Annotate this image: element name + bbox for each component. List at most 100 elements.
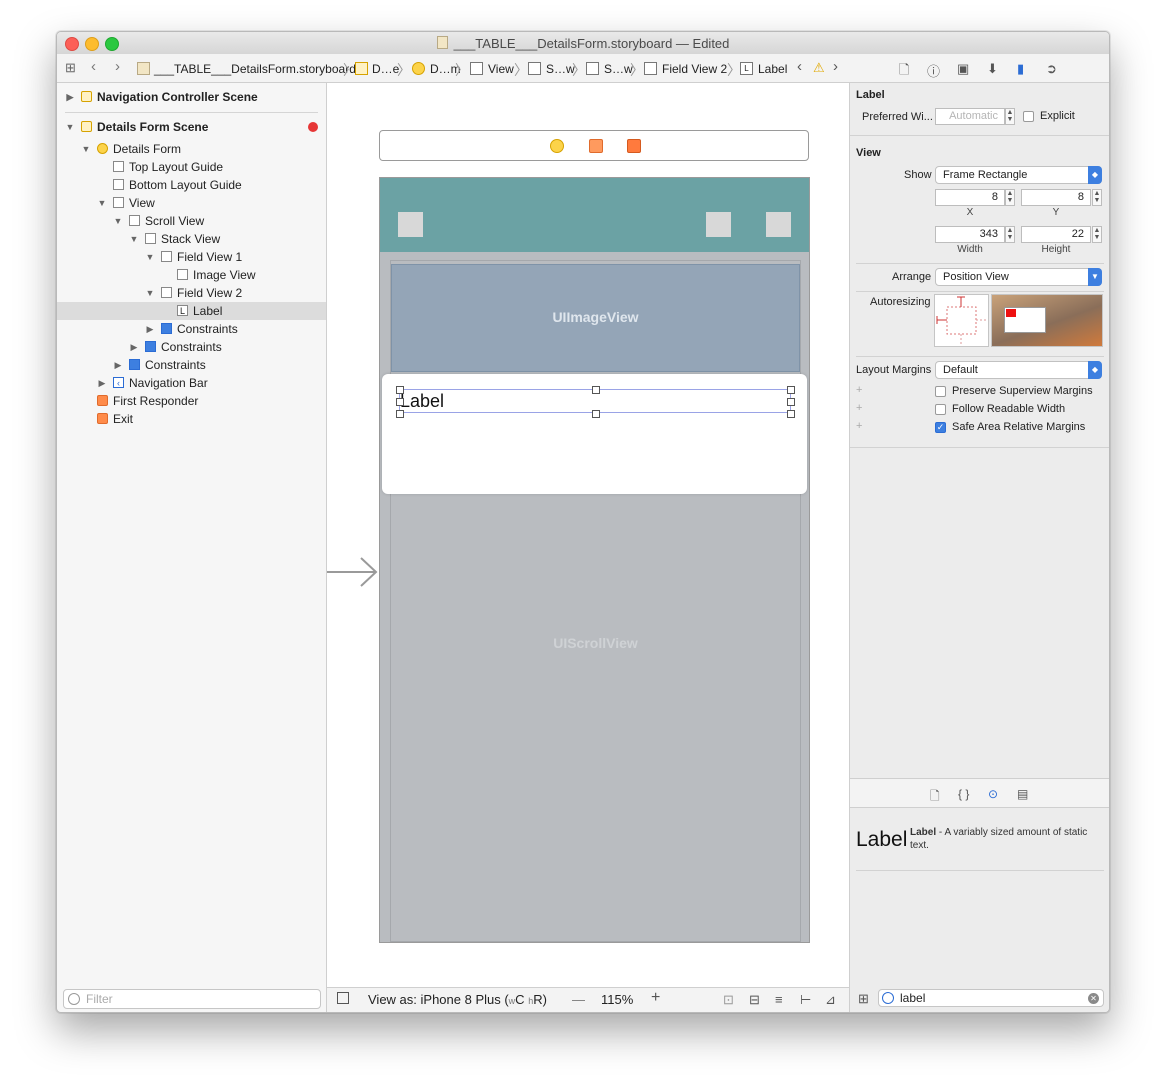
image-view[interactable]: UIImageView [391, 264, 800, 372]
disclosure-right-icon[interactable]: ▶ [65, 88, 75, 106]
readable-width-checkbox[interactable] [935, 404, 946, 415]
preferred-width-field[interactable]: Automatic [935, 108, 1005, 125]
outline-row[interactable]: First Responder [57, 392, 326, 410]
disclosure-down-icon[interactable]: ▼ [129, 230, 139, 248]
jumpbar-item-label[interactable]: Label [758, 62, 787, 76]
bar-button-right-1[interactable] [706, 212, 731, 237]
size-inspector-icon[interactable]: ▮ [1017, 61, 1024, 77]
code-snippet-icon[interactable]: { } [958, 787, 969, 801]
disclosure-down-icon[interactable]: ▼ [81, 140, 91, 158]
file-template-icon[interactable]: 🗋 [930, 787, 940, 808]
preferred-width-stepper[interactable]: ▲ ▼ [1005, 108, 1015, 125]
update-frames-icon[interactable]: ⊡ [723, 992, 734, 1008]
disclosure-right-icon[interactable]: ▶ [97, 374, 107, 392]
help-inspector-icon[interactable]: ⓘ [927, 61, 940, 80]
plus-icon[interactable]: + [856, 384, 862, 396]
x-field[interactable]: 8 [935, 189, 1005, 206]
prev-issue-icon[interactable]: ‹ [797, 58, 802, 75]
exit-icon[interactable] [627, 139, 641, 153]
explicit-checkbox[interactable] [1023, 111, 1034, 122]
device-frame[interactable]: UIScrollView UIImageView Label [379, 177, 810, 943]
disclosure-down-icon[interactable]: ▼ [145, 248, 155, 266]
embed-in-icon[interactable]: ⊟ [749, 992, 760, 1008]
layout-margins-popup[interactable]: Default ◆ [935, 361, 1102, 379]
storyboard-canvas[interactable]: UIScrollView UIImageView Label [327, 83, 849, 987]
outline-row[interactable]: ▶ Constraints [57, 320, 326, 338]
library-search-field[interactable]: label ✕ [878, 989, 1104, 1007]
clear-search-icon[interactable]: ✕ [1088, 993, 1099, 1004]
disclosure-down-icon[interactable]: ▼ [97, 194, 107, 212]
field-view-2[interactable]: Label [382, 374, 807, 494]
outline-row[interactable]: ▼ Details Form Scene [57, 118, 326, 136]
back-icon[interactable]: ‹ [91, 58, 96, 75]
file-inspector-icon[interactable]: 🗋 [899, 61, 909, 83]
resize-handle[interactable] [592, 410, 600, 418]
outline-row-selected[interactable]: L Label [57, 302, 326, 320]
outline-row[interactable]: ▶ ‹ Navigation Bar [57, 374, 326, 392]
resolve-issues-icon[interactable]: ⊿ [825, 992, 836, 1008]
width-stepper[interactable]: ▲ ▼ [1005, 226, 1015, 243]
disclosure-right-icon[interactable]: ▶ [113, 356, 123, 374]
align-icon[interactable]: ≡ [775, 992, 783, 1007]
bar-button-right-2[interactable] [766, 212, 791, 237]
x-stepper[interactable]: ▲ ▼ [1005, 189, 1015, 206]
forward-icon[interactable]: › [115, 58, 120, 75]
height-field[interactable]: 22 [1021, 226, 1091, 243]
arrange-popup[interactable]: Position View ▼ [935, 268, 1102, 286]
outline-row[interactable]: ▼ Field View 2 [57, 284, 326, 302]
resize-handle[interactable] [396, 410, 404, 418]
bar-button-left[interactable] [398, 212, 423, 237]
outline-row[interactable]: ▼ Details Form [57, 140, 326, 158]
outline-row[interactable]: Exit [57, 410, 326, 428]
jumpbar-item-scroll-view[interactable]: S…w [546, 62, 575, 76]
connections-inspector-icon[interactable]: ➲ [1046, 61, 1057, 77]
height-stepper[interactable]: ▲ ▼ [1092, 226, 1102, 243]
warning-icon[interactable]: ⚠ [813, 60, 825, 76]
resize-handle[interactable] [787, 398, 795, 406]
outline-row[interactable]: ▶ Constraints [57, 356, 326, 374]
jumpbar-item-stack-view[interactable]: S…w [604, 62, 633, 76]
disclosure-down-icon[interactable]: ▼ [65, 118, 75, 136]
object-library-icon[interactable]: ⊙ [988, 787, 998, 801]
outline-row[interactable]: Bottom Layout Guide [57, 176, 326, 194]
resize-handle[interactable] [396, 398, 404, 406]
outline-row[interactable]: ▶ Constraints [57, 338, 326, 356]
jumpbar-item-view[interactable]: View [488, 62, 514, 76]
autoresizing-mask-editor[interactable] [934, 294, 989, 347]
first-responder-icon[interactable] [589, 139, 603, 153]
view-controller-icon[interactable] [550, 139, 564, 153]
error-indicator-icon[interactable] [308, 122, 318, 132]
outline-row[interactable]: ▼ View [57, 194, 326, 212]
resize-handle[interactable] [592, 386, 600, 394]
next-issue-icon[interactable]: › [833, 58, 838, 75]
outline-row[interactable]: ▼ Stack View [57, 230, 326, 248]
view-as-button[interactable]: View as: iPhone 8 Plus (wC hR) [368, 992, 547, 1007]
attributes-inspector-icon[interactable]: ⬇ [987, 61, 998, 77]
outline-row[interactable]: Image View [57, 266, 326, 284]
jumpbar-item-scene[interactable]: D…e [372, 62, 399, 76]
identity-inspector-icon[interactable]: ▣ [957, 61, 969, 77]
outline-row[interactable]: Top Layout Guide [57, 158, 326, 176]
outline-row[interactable]: ▼ Field View 1 [57, 248, 326, 266]
jumpbar-item-storyboard[interactable]: ___TABLE___DetailsForm.storyboard [154, 62, 356, 76]
add-constraints-icon[interactable]: ⊢ [800, 992, 811, 1008]
preserve-margins-checkbox[interactable] [935, 386, 946, 397]
plus-icon[interactable]: + [856, 420, 862, 432]
disclosure-down-icon[interactable]: ▼ [113, 212, 123, 230]
jumpbar-item-field-view[interactable]: Field View 2 [662, 62, 727, 76]
width-field[interactable]: 343 [935, 226, 1005, 243]
zoom-in-icon[interactable]: + [651, 989, 660, 1007]
safe-area-checkbox[interactable]: ✓ [935, 422, 946, 433]
y-stepper[interactable]: ▲ ▼ [1092, 189, 1102, 206]
resize-handle[interactable] [396, 386, 404, 394]
library-item-label[interactable]: Label Label - A variably sized amount of… [856, 818, 1106, 870]
navigation-bar[interactable] [380, 178, 809, 252]
plus-icon[interactable]: + [856, 402, 862, 414]
disclosure-right-icon[interactable]: ▶ [145, 320, 155, 338]
media-library-icon[interactable]: ▤ [1017, 787, 1028, 801]
grid-view-icon[interactable]: ⊞ [858, 991, 869, 1007]
outline-row[interactable]: ▼ Scroll View [57, 212, 326, 230]
zoom-out-icon[interactable]: — [572, 992, 585, 1007]
resize-handle[interactable] [787, 386, 795, 394]
outline-filter-field[interactable]: Filter [63, 989, 321, 1009]
